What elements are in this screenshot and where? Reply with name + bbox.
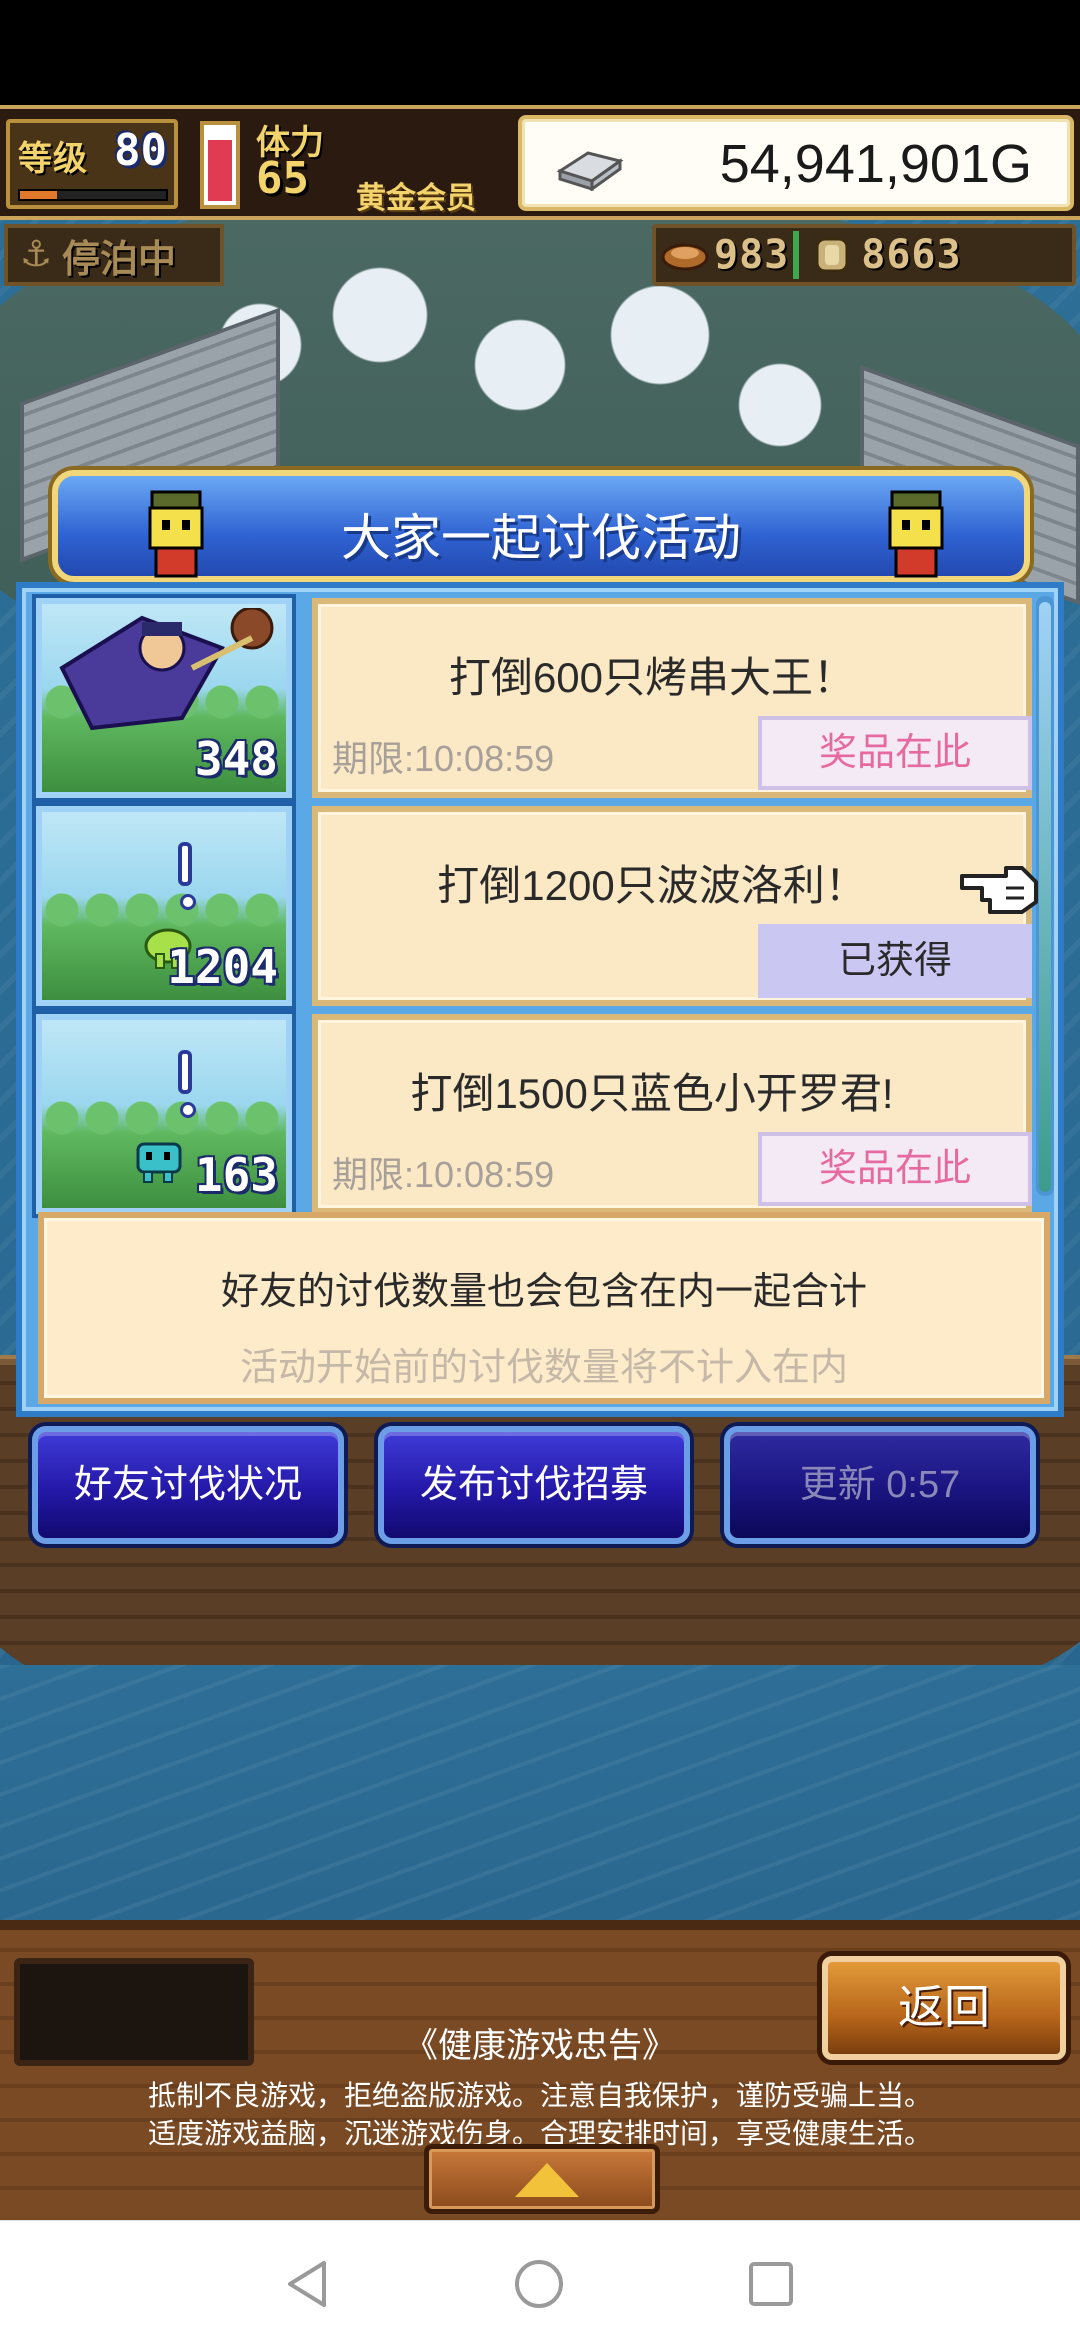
claim-reward-button[interactable]: 奖品在此 bbox=[758, 1132, 1032, 1206]
hp-gauge bbox=[200, 121, 240, 209]
quest-deadline: 期限:10:08:59 bbox=[332, 1154, 555, 1195]
quest-card: 打倒1500只蓝色小开罗君! 期限:10:08:59 奖品在此 bbox=[312, 1014, 1032, 1214]
system-navigation-bar bbox=[0, 2220, 1080, 2340]
reward-obtained-button[interactable]: 已获得 bbox=[758, 924, 1032, 998]
level-label: 等级 bbox=[18, 139, 88, 179]
level-progress-fill bbox=[20, 191, 57, 199]
money-display[interactable]: 54,941,901G bbox=[518, 115, 1074, 211]
level-box: 等级 80 bbox=[6, 119, 178, 209]
exclamation-icon bbox=[178, 1050, 196, 1118]
friend-status-button[interactable]: 好友讨伐状况 bbox=[32, 1426, 344, 1544]
money-value: 54,941,901G bbox=[719, 134, 1032, 194]
quest-row[interactable]: 1204 打倒1200只波波洛利！ 已获得 bbox=[36, 806, 1032, 1006]
quest-description: 打倒1200只波波洛利！ bbox=[437, 862, 867, 909]
thumbnail-trees bbox=[42, 1098, 286, 1138]
status-bar bbox=[0, 0, 1080, 105]
home-circle-icon[interactable] bbox=[512, 2257, 566, 2311]
health-advice-line-1: 抵制不良游戏，拒绝盗版游戏。注意自我保护，谨防受骗上当。 bbox=[147, 2080, 932, 2111]
recent-apps-square-icon[interactable] bbox=[744, 2257, 798, 2311]
kill-count: 348 bbox=[194, 732, 278, 786]
level-progress-bar bbox=[18, 189, 168, 201]
event-panel-body: 348 打倒600只烤串大王！ 期限:10:08:59 奖品在此 1204 打倒… bbox=[16, 582, 1064, 1417]
quest-description: 打倒1500只蓝色小开罗君! bbox=[410, 1070, 894, 1117]
kill-count: 1204 bbox=[167, 940, 278, 994]
event-panel-header: 大家一起讨伐活动 bbox=[52, 470, 1030, 582]
info-secondary-text: 活动开始前的讨伐数量将不计入在内 bbox=[239, 1347, 848, 1389]
pointing-hand-icon bbox=[960, 866, 1038, 914]
back-triangle-icon[interactable] bbox=[282, 2257, 336, 2311]
blue-kairo-monster-icon bbox=[136, 1142, 182, 1183]
info-box: 好友的讨伐数量也会包含在内一起合计 活动开始前的讨伐数量将不计入在内 bbox=[38, 1212, 1050, 1404]
resource-food-value: 983 bbox=[714, 232, 790, 278]
exclamation-icon bbox=[178, 842, 196, 910]
up-arrow-icon bbox=[515, 2163, 579, 2197]
quest-description: 打倒600只烤串大王！ bbox=[448, 654, 856, 701]
claim-reward-button[interactable]: 奖品在此 bbox=[758, 716, 1032, 790]
anchor-icon: ⚓ bbox=[19, 234, 53, 275]
silver-bar-icon bbox=[556, 151, 624, 191]
membership-badge: 黄金会员 bbox=[356, 181, 476, 216]
material-icon bbox=[815, 237, 849, 273]
resource-material-value: 8663 bbox=[861, 232, 962, 278]
stamina-value: 65 bbox=[256, 153, 309, 204]
level-value: 80 bbox=[114, 125, 167, 176]
refresh-button[interactable]: 更新 0:57 bbox=[724, 1426, 1036, 1544]
docked-label: 停泊中 bbox=[62, 236, 177, 281]
quest-deadline: 期限:10:08:59 bbox=[332, 738, 555, 779]
scrollbar-thumb[interactable] bbox=[1039, 602, 1051, 1192]
info-primary-text: 好友的讨伐数量也会包含在内一起合计 bbox=[220, 1271, 867, 1313]
quest-thumbnail: 163 bbox=[36, 1014, 292, 1214]
resource-food: 983 bbox=[656, 228, 789, 282]
kill-count: 163 bbox=[194, 1148, 278, 1202]
resource-separator bbox=[793, 231, 800, 279]
expand-menu-button[interactable] bbox=[424, 2144, 660, 2214]
food-icon bbox=[661, 243, 709, 271]
resource-material: 8663 bbox=[803, 228, 961, 282]
quest-thumbnail: 348 bbox=[36, 598, 292, 798]
resource-box: 983 8663 bbox=[652, 224, 1076, 286]
docked-status[interactable]: ⚓ 停泊中 bbox=[4, 224, 224, 286]
health-advice-title: 《健康游戏忠告》 bbox=[404, 2027, 676, 2065]
post-recruit-button[interactable]: 发布讨伐招募 bbox=[378, 1426, 690, 1544]
top-hud: 等级 80 体力 65 黄金会员 54,941,901G bbox=[0, 105, 1080, 220]
skewer-king-monster-icon bbox=[59, 608, 274, 731]
quest-card: 打倒600只烤串大王！ 期限:10:08:59 奖品在此 bbox=[312, 598, 1032, 798]
bottom-bar: 返回 《健康游戏忠告》 抵制不良游戏，拒绝盗版游戏。注意自我保护，谨防受骗上当。… bbox=[0, 1920, 1080, 2220]
quest-row[interactable]: 163 打倒1500只蓝色小开罗君! 期限:10:08:59 奖品在此 bbox=[36, 1014, 1032, 1214]
hp-gauge-fill bbox=[208, 139, 232, 201]
quest-thumbnail: 1204 bbox=[36, 806, 292, 1006]
secondary-hud: ⚓ 停泊中 983 8663 bbox=[0, 220, 1080, 290]
quest-row[interactable]: 348 打倒600只烤串大王！ 期限:10:08:59 奖品在此 bbox=[36, 598, 1032, 798]
quest-card: 打倒1200只波波洛利！ 已获得 bbox=[312, 806, 1032, 1006]
mascot-right-icon bbox=[888, 490, 944, 578]
